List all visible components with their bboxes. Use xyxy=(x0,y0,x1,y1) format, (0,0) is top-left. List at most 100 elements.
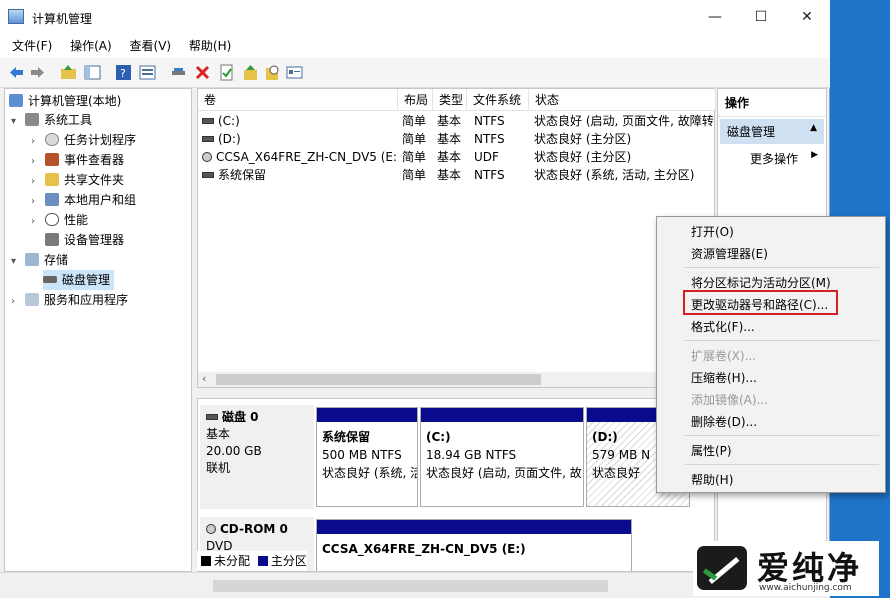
tree-item-task-scheduler[interactable]: › 任务计划程序 xyxy=(31,130,136,150)
delete-icon[interactable] xyxy=(194,64,211,81)
scroll-left-icon[interactable]: ‹ xyxy=(202,372,206,385)
chevron-right-icon[interactable]: › xyxy=(31,212,45,232)
menu-help[interactable]: 帮助(H) xyxy=(189,34,231,58)
table-cell: NTFS xyxy=(474,132,505,146)
chevron-down-icon[interactable]: ▾ xyxy=(11,112,25,132)
table-cell: 状态良好 (主分区) xyxy=(534,150,632,164)
partition-e[interactable]: CCSA_X64FRE_ZH-CN_DV5 (E:) xyxy=(316,519,632,571)
menu-item-help[interactable]: 帮助(H) xyxy=(691,471,733,488)
up-folder-icon[interactable] xyxy=(60,64,77,81)
more-actions-label: 更多操作 xyxy=(750,152,799,166)
horizontal-scrollbar[interactable]: ‹ xyxy=(198,372,714,387)
drive-icon xyxy=(202,118,214,124)
disk-icon xyxy=(43,276,57,283)
tree-item-label: 计算机管理(本地) xyxy=(28,94,122,108)
drive-icon xyxy=(202,136,214,142)
tree-item-root[interactable]: 计算机管理(本地) xyxy=(9,91,121,111)
back-icon[interactable] xyxy=(8,64,25,81)
chevron-down-icon[interactable]: ▾ xyxy=(11,252,25,272)
table-cell: 简单 xyxy=(402,114,427,128)
search-icon[interactable] xyxy=(264,64,281,81)
menu-item-delete-volume[interactable]: 删除卷(D)... xyxy=(691,413,757,430)
menu-separator xyxy=(685,340,879,341)
chevron-right-icon[interactable]: › xyxy=(31,172,45,192)
logo-mark-icon xyxy=(697,546,747,590)
menu-item-properties[interactable]: 属性(P) xyxy=(691,442,732,459)
menu-item-format[interactable]: 格式化(F)... xyxy=(691,318,755,335)
details-icon[interactable] xyxy=(286,64,303,81)
table-cell: 简单 xyxy=(402,132,427,146)
menu-action[interactable]: 操作(A) xyxy=(70,34,112,58)
table-cell-volume[interactable]: 系统保留 xyxy=(202,166,397,184)
tree-item-shared-folders[interactable]: › 共享文件夹 xyxy=(31,170,124,190)
forward-icon[interactable] xyxy=(29,64,46,81)
volume-name: (C:) xyxy=(218,114,240,128)
partition-status: 状态良好 (启动, 页面文件, 故 xyxy=(426,466,582,480)
tree-item-performance[interactable]: › 性能 xyxy=(31,210,88,230)
column-header-filesystem[interactable]: 文件系统 xyxy=(467,89,529,111)
logo-url: www.aichunjing.com xyxy=(759,583,852,593)
show-hide-tree-icon[interactable] xyxy=(84,64,101,81)
column-header-type[interactable]: 类型 xyxy=(433,89,467,111)
legend: 未分配 主分区 xyxy=(197,551,307,571)
services-icon xyxy=(25,293,39,306)
partition-size: 500 MB NTFS xyxy=(322,448,402,462)
partition-c[interactable]: (C:) 18.94 GB NTFS 状态良好 (启动, 页面文件, 故 xyxy=(420,407,584,507)
tree-item-label: 磁盘管理 xyxy=(62,273,111,287)
partition-name: 系统保留 xyxy=(322,430,371,444)
partition-size: 18.94 GB NTFS xyxy=(426,448,517,462)
tree-item-storage[interactable]: ▾ 存储 xyxy=(11,250,68,270)
tree-item-services-apps[interactable]: › 服务和应用程序 xyxy=(11,290,128,310)
chevron-right-icon[interactable]: › xyxy=(31,152,45,172)
column-header-volume[interactable]: 卷 xyxy=(198,89,398,111)
computer-management-icon xyxy=(8,9,24,24)
close-button[interactable]: ✕ xyxy=(784,0,830,34)
connect-drive-icon[interactable] xyxy=(170,64,187,81)
menu-item-shrink-volume[interactable]: 压缩卷(H)... xyxy=(691,369,757,386)
tree-item-local-users[interactable]: › 本地用户和组 xyxy=(31,190,136,210)
menu-file[interactable]: 文件(F) xyxy=(12,34,52,58)
highlight-box xyxy=(683,290,838,315)
column-header-layout[interactable]: 布局 xyxy=(398,89,433,111)
context-menu: 打开(O) 资源管理器(E) 将分区标记为活动分区(M) 更改驱动器号和路径(C… xyxy=(656,216,886,493)
chevron-right-icon[interactable]: › xyxy=(11,292,25,312)
tree-item-disk-management[interactable]: 磁盘管理 xyxy=(43,270,115,290)
more-actions[interactable]: 更多操作 ▶ xyxy=(718,146,826,171)
column-header-status[interactable]: 状态 xyxy=(529,89,716,111)
minimize-button[interactable]: — xyxy=(692,0,738,34)
table-cell: 状态良好 (主分区) xyxy=(534,132,632,146)
table-cell-volume[interactable]: (D:) xyxy=(202,130,397,148)
table-cell-volume[interactable]: CCSA_X64FRE_ZH-CN_DV5 (E:) xyxy=(202,148,397,166)
maximize-button[interactable]: ☐ xyxy=(738,0,784,34)
disk-0-label[interactable]: 磁盘 0 基本 20.00 GB 联机 xyxy=(200,405,314,509)
menu-item-mark-active[interactable]: 将分区标记为活动分区(M) xyxy=(691,274,831,291)
cd-icon xyxy=(206,524,216,534)
disk-name: 磁盘 0 xyxy=(222,410,259,424)
bottom-scrollbar[interactable] xyxy=(213,580,608,592)
list-view-icon[interactable] xyxy=(139,64,156,81)
primary-partition-bar xyxy=(421,408,583,422)
tree-item-device-manager[interactable]: 设备管理器 xyxy=(45,230,124,250)
menu-item-open[interactable]: 打开(O) xyxy=(691,223,734,240)
partition-system-reserved[interactable]: 系统保留 500 MB NTFS 状态良好 (系统, 活 xyxy=(316,407,418,507)
table-cell: 状态良好 (启动, 页面文件, 故障转 xyxy=(534,114,714,128)
legend-primary: 主分区 xyxy=(270,554,307,568)
table-cell-volume[interactable]: (C:) xyxy=(202,112,397,130)
chevron-right-icon[interactable]: › xyxy=(31,132,45,152)
window-title: 计算机管理 xyxy=(32,12,93,26)
menu-view[interactable]: 查看(V) xyxy=(130,34,172,58)
menu-item-explorer[interactable]: 资源管理器(E) xyxy=(691,245,768,262)
cdrom-name: CD-ROM 0 xyxy=(220,522,288,536)
collapse-up-icon[interactable]: ▲ xyxy=(810,123,817,133)
title-bar: 计算机管理 — ☐ ✕ xyxy=(0,0,830,34)
scrollbar-thumb[interactable] xyxy=(216,374,541,385)
properties-icon[interactable] xyxy=(218,64,235,81)
navigation-tree: 计算机管理(本地) ▾ 系统工具 › 任务计划程序 › 事件查看器 › 共享文件夹 › 本… xyxy=(4,88,192,572)
tree-item-event-viewer[interactable]: › 事件查看器 xyxy=(31,150,124,170)
device-manager-icon xyxy=(45,233,59,246)
actions-section-disk-management[interactable]: 磁盘管理 ▲ xyxy=(720,119,824,144)
export-icon[interactable] xyxy=(242,64,259,81)
tree-item-system-tools[interactable]: ▾ 系统工具 xyxy=(11,110,92,130)
chevron-right-icon[interactable]: › xyxy=(31,192,45,212)
help-icon[interactable]: ? xyxy=(115,64,132,81)
